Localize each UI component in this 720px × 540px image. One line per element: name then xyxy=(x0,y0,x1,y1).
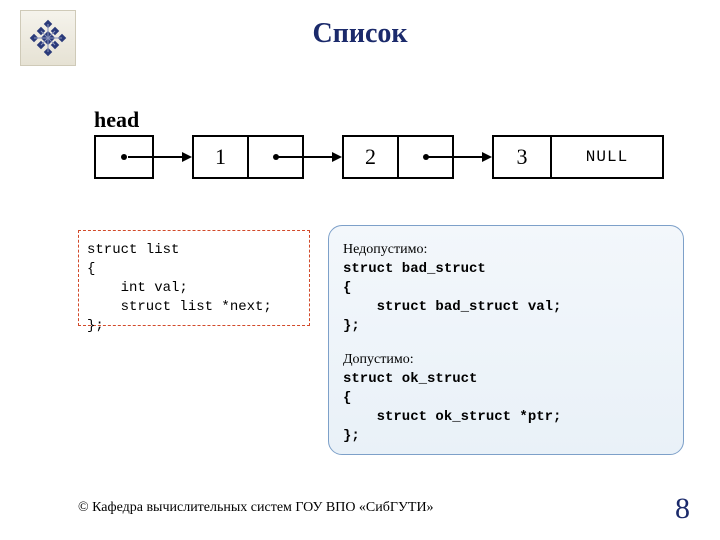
arrow-2-to-3 xyxy=(428,156,484,158)
node-3-value: 3 xyxy=(494,137,550,177)
node-2-value: 2 xyxy=(344,137,397,177)
bad-struct-code: struct bad_struct { struct bad_struct va… xyxy=(343,260,669,336)
arrow-1-to-2-tip xyxy=(332,152,342,162)
page-title: Список xyxy=(0,18,720,50)
arrow-2-to-3-tip xyxy=(482,152,492,162)
validity-panel: Недопустимо: struct bad_struct { struct … xyxy=(328,225,684,455)
arrow-head-to-1-tip xyxy=(182,152,192,162)
ok-struct-code: struct ok_struct { struct ok_struct *ptr… xyxy=(343,370,669,446)
node-1-value: 1 xyxy=(194,137,247,177)
struct-list-code: struct list { int val; struct list *next… xyxy=(78,230,310,326)
node-3-next-null: NULL xyxy=(550,137,662,177)
arrow-head-to-1 xyxy=(128,156,184,158)
ok-header: Допустимо: xyxy=(343,350,669,370)
copyright: © Кафедра вычислительных систем ГОУ ВПО … xyxy=(78,500,434,516)
node-3: 3 NULL xyxy=(492,135,664,179)
arrow-1-to-2 xyxy=(278,156,334,158)
bad-header: Недопустимо: xyxy=(343,240,669,260)
head-label: head xyxy=(94,107,139,133)
page-number: 8 xyxy=(675,492,690,526)
